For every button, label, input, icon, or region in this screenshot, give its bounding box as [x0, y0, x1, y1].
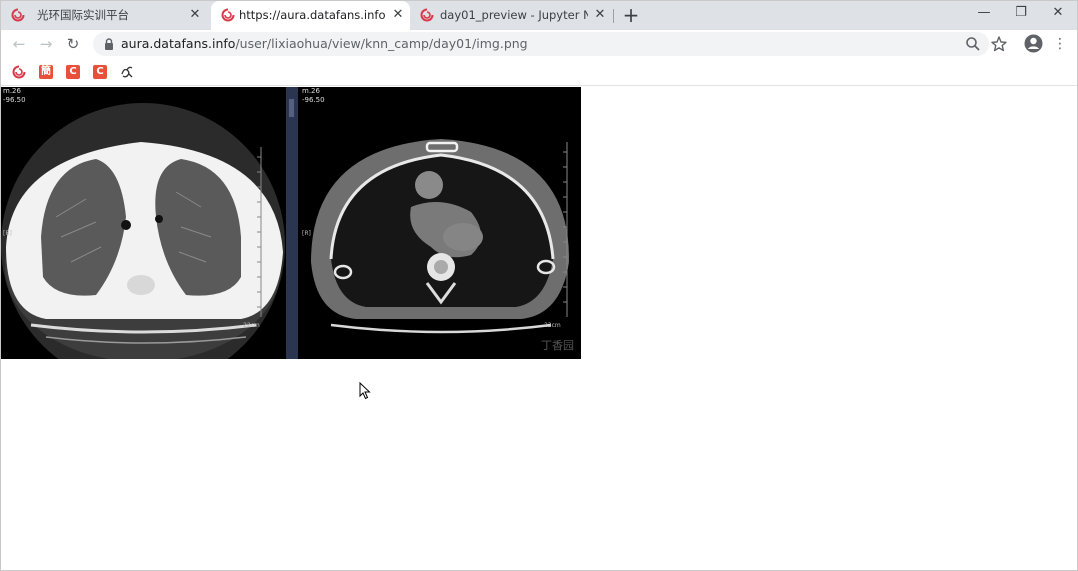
url-host: aura.datafans.info	[121, 36, 236, 51]
bookmark-csdn-1[interactable]: C	[66, 65, 80, 79]
url-path: /user/lixiaohua/view/knn_camp/day01/img.…	[235, 36, 528, 51]
ct-scan-image: m.26 -96.50 [R] 22cm m.26 -96.50 [R] 22c…	[1, 87, 581, 359]
window-close-button[interactable]: ✕	[1039, 1, 1077, 27]
page-content: m.26 -96.50 [R] 22cm m.26 -96.50 [R] 22c…	[1, 87, 1077, 570]
zoom-icon[interactable]	[964, 35, 982, 53]
right-annotation-2: -96.50	[302, 96, 325, 104]
tab-close-icon[interactable]: ✕	[187, 7, 203, 23]
address-bar[interactable]: aura.datafans.info/user/lixiaohua/view/k…	[93, 32, 989, 56]
bookmark-jianshu[interactable]: 簡	[39, 65, 53, 79]
bookmark-csdn-2[interactable]: C	[93, 65, 107, 79]
minimize-button[interactable]: —	[965, 1, 1003, 27]
tab-close-icon[interactable]: ✕	[592, 7, 608, 23]
panel-divider	[286, 87, 298, 359]
profile-icon[interactable]	[1024, 34, 1043, 53]
restore-button[interactable]: ❐	[1002, 1, 1040, 27]
menu-button[interactable]: ⋮	[1052, 34, 1068, 54]
bookmark-glyph[interactable]	[120, 65, 134, 79]
left-marker: [R]	[3, 230, 12, 237]
tab-title: https://aura.datafans.info/user	[239, 8, 385, 22]
tab-strip: 光环国际实训平台 ✕ https://aura.datafans.info/us…	[1, 1, 1077, 31]
back-button[interactable]: ←	[8, 33, 30, 55]
left-annotation-1: m.26	[3, 87, 21, 95]
forward-button[interactable]: →	[35, 33, 57, 55]
right-marker: [R]	[302, 230, 311, 237]
tab-aura-platform[interactable]: 光环国际实训平台 ✕	[1, 1, 211, 30]
reload-button[interactable]: ↻	[62, 33, 84, 55]
tab-title: day01_preview - Jupyter Notel	[440, 8, 588, 22]
browser-window: 光环国际实训平台 ✕ https://aura.datafans.info/us…	[0, 0, 1078, 571]
tab-close-icon[interactable]: ✕	[390, 7, 406, 23]
left-annotation-2: -96.50	[3, 96, 26, 104]
aura-logo-icon	[11, 8, 25, 22]
new-tab-button[interactable]: +	[620, 5, 642, 27]
tab-jupyter[interactable]: day01_preview - Jupyter Notel ✕	[410, 1, 613, 30]
lock-icon	[105, 38, 113, 50]
browser-toolbar: ← → ↻ aura.datafans.info/user/lixiaohua/…	[1, 30, 1077, 59]
bookmarks-bar: 簡 C C	[1, 59, 1077, 86]
aura-logo-icon	[420, 8, 434, 22]
mouse-cursor-icon	[359, 382, 371, 400]
star-icon[interactable]	[990, 35, 1008, 53]
aura-logo-icon	[221, 8, 235, 22]
tab-separator	[613, 9, 614, 23]
bookmark-aura[interactable]	[12, 65, 26, 79]
right-annotation-1: m.26	[302, 87, 320, 95]
watermark: 丁香园	[541, 339, 574, 352]
left-scale-label: 22cm	[243, 322, 260, 329]
url-text: aura.datafans.info/user/lixiaohua/view/k…	[121, 36, 528, 52]
tab-title: 光环国际实训平台	[37, 8, 129, 22]
tab-image[interactable]: https://aura.datafans.info/user ✕	[211, 1, 410, 31]
right-scale-label: 22cm	[544, 322, 561, 329]
